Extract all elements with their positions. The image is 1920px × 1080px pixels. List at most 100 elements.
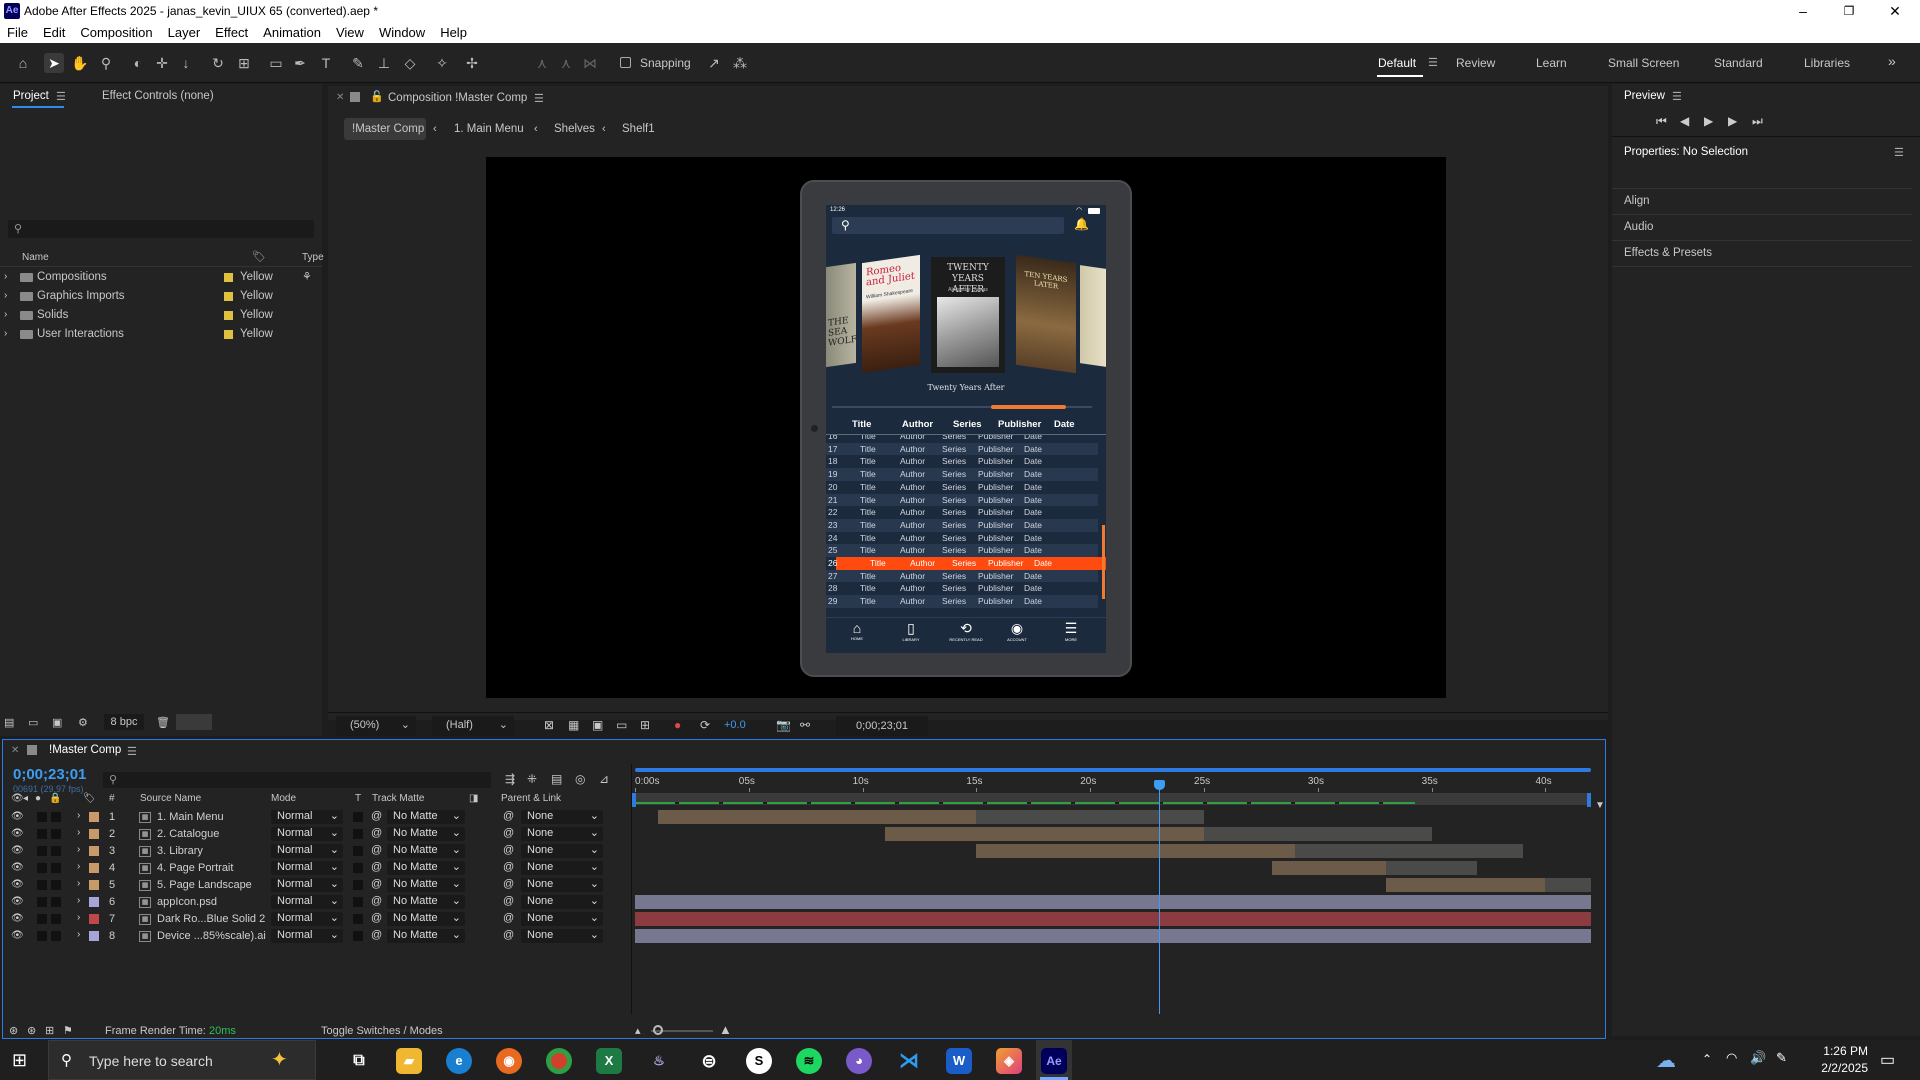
blend-mode-dropdown[interactable]: Normal ⌄ [271,912,343,926]
parent-pickwhip-icon[interactable]: @ [503,912,514,924]
blend-mode-dropdown[interactable]: Normal ⌄ [271,861,343,875]
transfer-controls-icon[interactable]: ⊛ [27,1024,36,1037]
minimize-button[interactable]: – [1780,0,1826,22]
parent-pickwhip-icon[interactable]: @ [503,895,514,907]
layer-name[interactable]: 3. Library [157,845,203,857]
track-matte-dropdown[interactable]: No Matte ⌄ [387,929,465,943]
firefox-icon[interactable]: ◉ [496,1048,522,1074]
bell-icon[interactable]: 🔔 [1074,217,1089,231]
blend-mode-dropdown[interactable]: Normal ⌄ [271,827,343,841]
last-frame-icon[interactable]: ⏭ [1752,114,1763,129]
label-color[interactable] [89,863,99,873]
edge-icon[interactable]: e [446,1048,472,1074]
track-matte-dropdown[interactable]: No Matte ⌄ [387,878,465,892]
taskbar-search-box[interactable]: ⚲ Type here to search ✦ [48,1040,316,1080]
lock-toggle[interactable] [51,812,61,822]
table-row[interactable]: 21 Title Author Series Publisher Date [826,493,1098,507]
app-s-icon[interactable]: S [746,1048,772,1074]
spotify-icon[interactable]: ≋ [796,1048,822,1074]
pickwhip-icon[interactable]: @ [371,844,382,856]
solo-toggle[interactable] [37,812,47,822]
tab-composition[interactable]: Composition !Master Comp [388,92,527,104]
eye-icon[interactable]: 👁 [11,930,24,941]
magnification-dropdown[interactable]: (50%) ⌄ [336,716,416,736]
label-color[interactable] [89,829,99,839]
lock-toggle[interactable] [51,829,61,839]
axis-world-icon[interactable]: ⋏ [556,53,576,73]
preserve-transparency-toggle[interactable] [353,931,363,941]
anchor-tool-icon[interactable]: ⊞ [234,53,254,73]
layer-name[interactable]: appIcon.psd [157,896,217,908]
column-name[interactable]: Name [22,252,49,263]
table-row[interactable]: 27 Title Author Series Publisher Date [826,569,1098,583]
graph-editor-icon[interactable]: ⊿ [599,772,609,786]
menu-window[interactable]: Window [372,22,433,40]
layer-switches-icon[interactable]: ⊛ [9,1024,18,1037]
lock-icon[interactable]: 🔓 [370,90,384,103]
section-align[interactable]: Align [1624,195,1650,207]
parent-dropdown[interactable]: None ⌄ [521,878,603,892]
workspace-libraries[interactable]: Libraries [1804,56,1850,70]
zoom-out-icon[interactable]: ▴ [635,1024,641,1037]
breadcrumb-main-menu[interactable]: 1. Main Menu [454,123,524,135]
close-tab-icon[interactable]: ✕ [11,745,19,756]
lock-switch-icon[interactable]: 🔒 [49,793,61,804]
eye-icon[interactable]: 👁 [11,828,24,839]
menu-layer[interactable]: Layer [161,22,209,40]
table-row[interactable]: 16 Title Author Series Publisher Date [826,435,1098,443]
in-out-icon[interactable]: ⊞ [45,1024,54,1037]
maximize-button[interactable]: ❐ [1826,0,1872,22]
parent-dropdown[interactable]: None ⌄ [521,912,603,926]
preserve-transparency-toggle[interactable] [353,829,363,839]
tab-effect-controls[interactable]: Effect Controls (none) [102,90,214,102]
label-swatch[interactable] [224,311,233,320]
preview-menu-icon[interactable]: ☰ [1672,90,1682,103]
brush-tool-icon[interactable]: ✎ [348,53,368,73]
workspace-overflow-icon[interactable]: » [1888,53,1896,69]
layer-name[interactable]: 2. Catalogue [157,828,219,840]
next-frame-icon[interactable]: ▶ [1728,114,1737,128]
snap-edges-icon[interactable]: ↗ [704,53,724,73]
nav-more[interactable]: ☰ MORE [1058,620,1084,642]
resolution-dropdown[interactable]: (Half) ⌄ [432,716,514,736]
column-track-matte[interactable]: Track Matte [372,793,424,804]
rectangle-tool-icon[interactable]: ▭ [266,53,286,73]
table-row[interactable]: 22 Title Author Series Publisher Date [826,506,1098,519]
comp-marker-icon[interactable]: ▼ [1595,800,1605,811]
track-matte-dropdown[interactable]: No Matte ⌄ [387,912,465,926]
toggle-switches-modes[interactable]: Toggle Switches / Modes [321,1025,443,1037]
preserve-transparency-toggle[interactable] [353,812,363,822]
layer-name[interactable]: 5. Page Landscape [157,879,252,891]
track-matte-dropdown[interactable]: No Matte ⌄ [387,810,465,824]
nav-recently-read[interactable]: ⟲ RECENTLY READ [944,620,988,642]
parent-dropdown[interactable]: None ⌄ [521,844,603,858]
tab-project[interactable]: Project [13,90,49,102]
notification-icon[interactable]: ▭ [1880,1050,1895,1070]
carousel-scrollbar-thumb[interactable] [991,405,1066,409]
current-time-indicator[interactable] [1154,780,1166,1014]
layer-row[interactable]: 👁 › 4 ▦ 4. Page Portrait Normal ⌄ @ No Matte ⌄ @ No… [3,860,633,877]
layer-row[interactable]: 👁 › 8 ▦ Device ...85%scale).ai Normal ⌄ @ No Mat… [3,928,633,945]
task-view-icon[interactable]: ⧉ [346,1048,372,1074]
project-item[interactable]: › User Interactions Yellow [0,326,310,344]
preserve-transparency-toggle[interactable] [353,897,363,907]
parent-pickwhip-icon[interactable]: @ [503,844,514,856]
interpret-footage-icon[interactable]: ▤ [4,716,14,729]
layer-name[interactable]: Device ...85%scale).ai [157,930,266,942]
properties-menu-icon[interactable]: ☰ [1894,146,1904,159]
network-icon[interactable]: ◠ [1726,1050,1737,1066]
region-interest-icon[interactable]: ▭ [616,718,627,732]
first-frame-icon[interactable]: ⏮ [1656,114,1667,129]
breadcrumb-active[interactable]: !Master Comp [344,118,426,140]
label-swatch[interactable] [224,330,233,339]
nav-library[interactable]: ▯ LIBRARY [898,620,924,642]
lock-toggle[interactable] [51,863,61,873]
menu-composition[interactable]: Composition [73,22,160,40]
blend-mode-dropdown[interactable]: Normal ⌄ [271,878,343,892]
channel-icon[interactable]: ● [674,718,681,732]
clock-date[interactable]: 2/2/2025 [1808,1061,1868,1075]
book-cover[interactable]: TEN YEARS LATER [1016,254,1076,374]
lock-toggle[interactable] [51,914,61,924]
lock-toggle[interactable] [51,846,61,856]
layer-bar[interactable] [1272,861,1387,875]
